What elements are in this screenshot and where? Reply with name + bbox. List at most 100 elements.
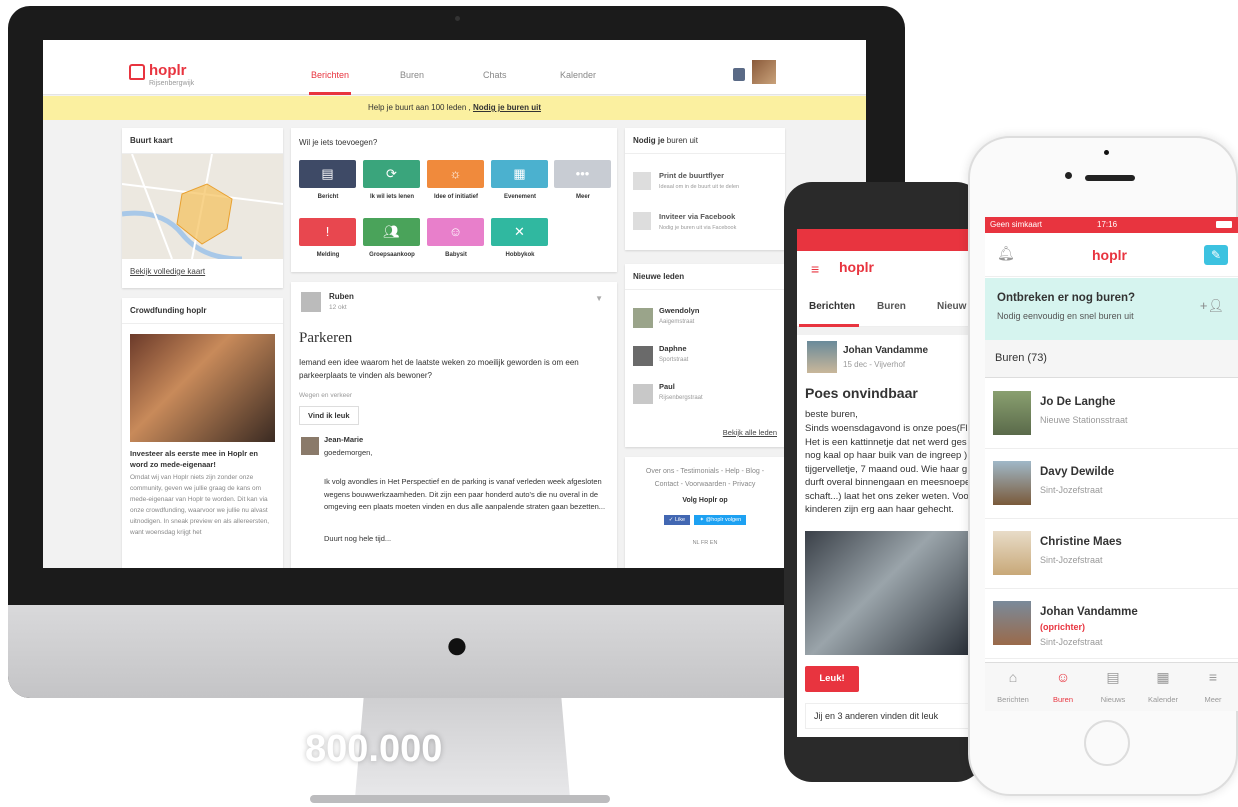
android-statusbar [797,229,977,251]
map-link[interactable]: Bekijk volledige kaart [122,259,283,284]
action-label[interactable]: Ik wil iets lenen [360,194,424,200]
members-title: Nieuwe leden [625,264,785,290]
android-like-button[interactable]: Leuk! [805,666,859,692]
post-author[interactable]: Ruben [329,292,354,301]
compose-icon[interactable]: ✎ [1204,245,1228,265]
post-date: 12 okt [329,304,347,311]
like-button[interactable]: Vind ik leuk [299,406,359,425]
ios-time: 17:16 [1097,220,1118,229]
person-row[interactable]: Johan Vandamme (oprichter) Sint-Jozefstraa… [985,589,1238,659]
cutlery-action-button[interactable]: ✕ [491,218,548,246]
tab-kalender[interactable]: Kalender [1139,695,1187,704]
hoplr-logo-icon[interactable] [129,64,145,80]
news-icon[interactable]: ▤ [1103,669,1123,685]
nav-chats[interactable]: Chats [483,70,507,80]
person-row[interactable]: Jo De Langhe Nieuwe Stationsstraat [985,379,1238,449]
fb-like-button[interactable]: ✓ Like [663,515,691,525]
member-street: Rijsenbergstraat [659,395,703,401]
lightbulb-action-button[interactable]: ☼ [427,160,484,188]
chevron-down-icon[interactable]: ▼ [595,294,603,303]
map-card: Buurt kaart Bekijk volledige kaart [122,128,283,288]
member-name[interactable]: Paul [659,382,675,391]
action-label[interactable]: Babysit [424,252,488,258]
member-avatar[interactable] [633,308,653,328]
action-label[interactable]: Melding [296,252,360,258]
calendar-icon[interactable]: ▦ [1153,669,1173,685]
android-logo[interactable]: hoplr [839,259,874,275]
desktop-screen: hoplr Rijsenbergwijk Berichten Buren Cha… [43,40,866,568]
message-action-button[interactable]: ▤ [299,160,356,188]
android-post-author[interactable]: Johan Vandamme [843,345,928,356]
home-button[interactable] [1084,720,1130,766]
nav-buren[interactable]: Buren [400,70,424,80]
action-label[interactable]: Evenement [488,194,552,200]
member-avatar[interactable] [633,384,653,404]
members-card: Nieuwe leden Gwendolyn Aaigemstraat Daphne… [625,264,785,447]
invite-print-title[interactable]: Print de buurtflyer [659,171,724,180]
action-label[interactable]: Meer [551,194,615,200]
invite-fb-title[interactable]: Inviteer via Facebook [659,212,735,221]
logo-text[interactable]: hoplr [149,62,187,79]
invite-prompt[interactable]: Ontbreken er nog buren? Nodig eenvoudig … [985,278,1238,340]
invite-title-rest: buren uit [666,136,698,145]
print-icon [633,172,651,190]
more-icon: ••• [575,166,590,181]
tab-berichten[interactable]: Berichten [989,695,1037,704]
alert-action-button[interactable]: ! [299,218,356,246]
invite-prompt-title: Ontbreken er nog buren? [997,292,1136,304]
member-name[interactable]: Daphne [659,344,687,353]
user-avatar[interactable] [752,60,776,84]
banner-link[interactable]: Nodig je buren uit [473,103,541,112]
person-row[interactable]: Christine Maes Sint-Jozefstraat [985,519,1238,589]
language-switch[interactable]: NL FR EN [625,540,785,546]
android-tab-berichten[interactable]: Berichten [809,301,855,312]
bell-icon[interactable]: 🔔︎ [997,245,1015,262]
action-label[interactable]: Idee of initiatief [424,194,488,200]
lightbulb-icon: ☼ [449,166,462,181]
nav-active-indicator [309,92,351,95]
invite-title-bold: Nodig je [633,136,665,145]
comment-avatar[interactable] [301,437,319,455]
web-header: hoplr Rijsenbergwijk Berichten Buren Cha… [43,40,866,95]
tab-nieuws[interactable]: Nieuws [1089,695,1137,704]
banner-text: Help je buurt aan 100 leden , [368,103,471,112]
add-person-icon[interactable]: +👤︎ [1200,298,1224,314]
members-link[interactable]: Bekijk alle leden [723,428,777,437]
action-label[interactable]: Bericht [296,194,360,200]
group-action-button[interactable]: 👥︎ [363,218,420,246]
action-label[interactable]: Hobbykok [488,252,552,258]
refresh-action-button[interactable]: ⟳ [363,160,420,188]
android-tab-nieuws[interactable]: Nieuw [937,301,966,312]
post-author-avatar[interactable] [301,292,321,312]
invite-banner: Help je buurt aan 100 leden , Nodig je b… [43,96,866,120]
menu-icon[interactable]: ≡ [811,262,819,276]
footer-links[interactable]: Over ons - Testimonials - Help - Blog - … [635,465,775,491]
ios-logo[interactable]: hoplr [1092,247,1127,263]
face-icon[interactable]: ☺ [1053,669,1073,685]
tab-meer[interactable]: Meer [1189,695,1237,704]
person-avatar [993,461,1031,505]
follow-text: Volg Hoplr op [682,497,728,504]
android-likes-text[interactable]: Jij en 3 anderen vinden dit leuk [805,703,970,729]
member-avatar[interactable] [633,346,653,366]
nav-berichten[interactable]: Berichten [311,70,349,80]
post-author-avatar-android[interactable] [807,341,837,373]
android-appbar: ≡ hoplr [797,251,977,287]
comment-author[interactable]: Jean-Marie [324,435,363,444]
tab-buren[interactable]: Buren [1039,695,1087,704]
post-tag[interactable]: Wegen en verkeer [299,392,352,399]
android-tab-buren[interactable]: Buren [877,301,906,312]
action-label[interactable]: Groepsaankoop [360,252,424,258]
nav-kalender[interactable]: Kalender [560,70,596,80]
member-name[interactable]: Gwendolyn [659,306,699,315]
person-row[interactable]: Davy Dewilde Sint-Jozefstraat [985,449,1238,519]
more-action-button[interactable]: ••• [554,160,611,188]
fb-like-label: Like [674,517,686,523]
baby-action-button[interactable]: ☺ [427,218,484,246]
notification-icon[interactable] [733,68,745,81]
menu-icon[interactable]: ≡ [1203,669,1223,685]
home-icon[interactable]: ⌂ [1003,669,1023,685]
calendar-action-button[interactable]: ▦ [491,160,548,188]
twitter-button[interactable]: ✦ @hoplr volgen [694,515,747,525]
neighborhood-map[interactable] [122,154,283,259]
